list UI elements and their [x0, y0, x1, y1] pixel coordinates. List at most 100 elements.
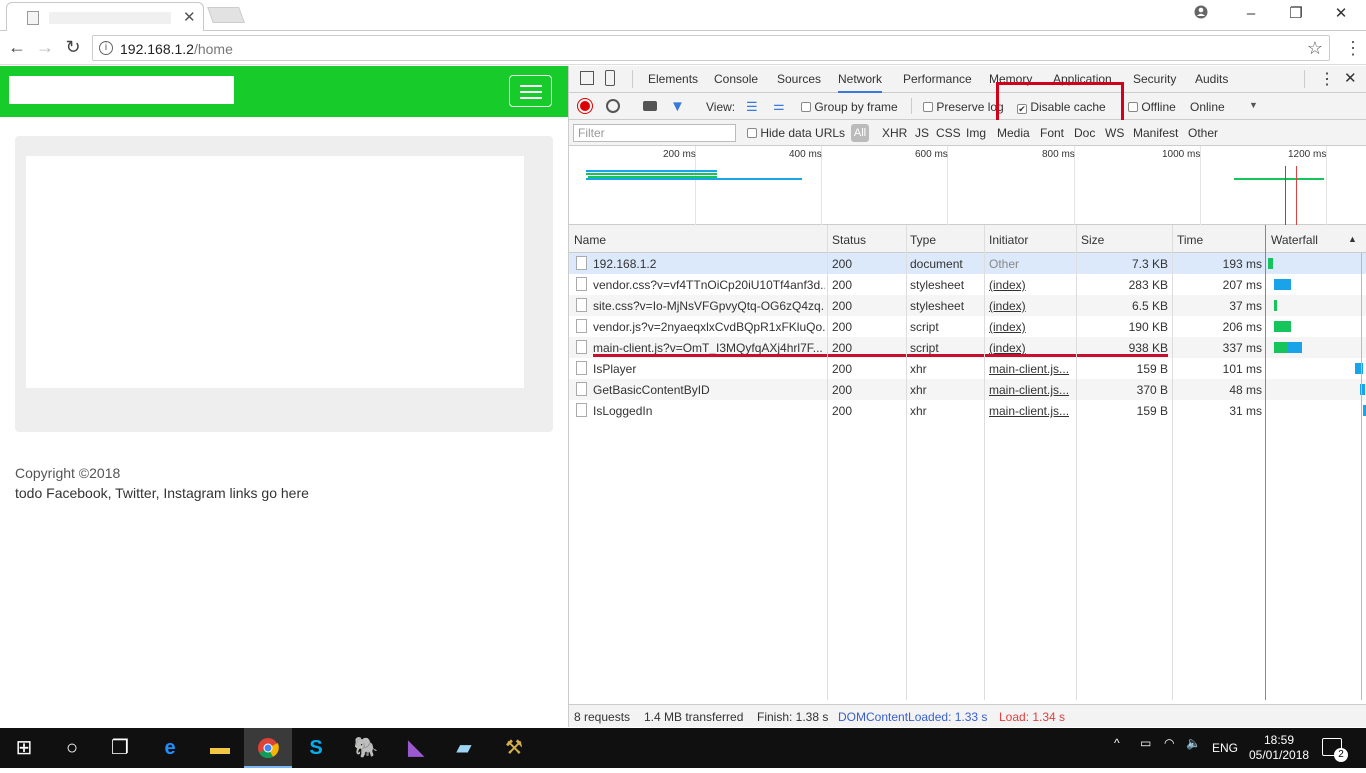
column-initiator[interactable]: Initiator	[989, 233, 1028, 247]
tab-security[interactable]: Security	[1133, 72, 1176, 86]
volume-icon[interactable]: 🔈	[1186, 736, 1201, 750]
overview-tick-label: 200 ms	[663, 149, 696, 160]
visual-studio-icon[interactable]: ◣	[392, 728, 440, 768]
tab-sources[interactable]: Sources	[777, 72, 821, 86]
tab-network[interactable]: Network	[838, 72, 883, 93]
chevron-down-icon[interactable]: ▼	[1249, 100, 1258, 110]
browser-tab[interactable]: ✕	[6, 2, 204, 32]
filter-manifest[interactable]: Manifest	[1133, 126, 1178, 140]
hide-data-urls-option[interactable]: Hide data URLs	[747, 126, 845, 140]
hide-data-urls-checkbox[interactable]	[747, 128, 757, 138]
filter-img[interactable]: Img	[966, 126, 986, 140]
request-initiator[interactable]: (index)	[989, 341, 1026, 355]
request-initiator[interactable]: (index)	[989, 320, 1026, 334]
skype-icon[interactable]: S	[292, 728, 340, 768]
chrome-icon[interactable]	[244, 728, 292, 768]
column-type[interactable]: Type	[910, 233, 936, 247]
windows-start-icon[interactable]: ⊞	[0, 728, 48, 768]
bookmark-star-icon[interactable]: ☆	[1307, 38, 1323, 59]
group-by-frame-option[interactable]: Group by frame	[801, 100, 898, 114]
column-waterfall[interactable]: Waterfall	[1271, 233, 1318, 247]
filter-other[interactable]: Other	[1188, 126, 1218, 140]
screenshot-camera-icon[interactable]	[643, 101, 657, 111]
devtools-close-icon[interactable]: ✕	[1344, 69, 1357, 87]
column-time[interactable]: Time	[1177, 233, 1203, 247]
table-row[interactable]: IsPlayer 200 xhr main-client.js... 159 B…	[569, 358, 1366, 379]
offline-checkbox[interactable]	[1128, 102, 1138, 112]
chrome-menu-icon[interactable]: ⋮	[1344, 38, 1362, 58]
task-view-icon[interactable]: ❐	[96, 728, 144, 768]
clock[interactable]: 18:59 05/01/2018	[1249, 733, 1309, 763]
file-explorer-icon[interactable]: ▬	[196, 728, 244, 768]
overview-icon[interactable]: ⚌	[773, 98, 785, 114]
tray-expand-icon[interactable]: ^	[1114, 736, 1120, 750]
tab-elements[interactable]: Elements	[648, 72, 698, 86]
request-initiator[interactable]: main-client.js...	[989, 383, 1069, 397]
table-row[interactable]: vendor.css?v=vf4TTnOiCp20iU10Tf4anf3d...…	[569, 274, 1366, 295]
filter-input[interactable]: Filter	[573, 124, 736, 142]
group-by-frame-checkbox[interactable]	[801, 102, 811, 112]
inspect-element-icon[interactable]	[580, 71, 594, 85]
request-initiator[interactable]: (index)	[989, 299, 1026, 313]
filter-font[interactable]: Font	[1040, 126, 1064, 140]
minimize-icon[interactable]: –	[1236, 5, 1266, 23]
profile-icon[interactable]	[1186, 5, 1216, 23]
reload-icon[interactable]: ↻	[62, 37, 84, 59]
table-row[interactable]: IsLoggedIn 200 xhr main-client.js... 159…	[569, 400, 1366, 421]
column-name[interactable]: Name	[574, 233, 606, 247]
address-bar[interactable]: i 192.168.1.2/home ☆	[92, 35, 1330, 61]
filter-js[interactable]: JS	[915, 126, 929, 140]
preserve-log-checkbox[interactable]	[923, 102, 933, 112]
table-row[interactable]: 192.168.1.2 200 document Other 7.3 KB 19…	[569, 253, 1366, 274]
filter-xhr[interactable]: XHR	[882, 126, 907, 140]
request-initiator[interactable]: (index)	[989, 278, 1026, 292]
filter-doc[interactable]: Doc	[1074, 126, 1095, 140]
device-toolbar-icon[interactable]	[605, 70, 615, 86]
window-close-icon[interactable]: ✕	[1326, 5, 1356, 23]
large-rows-icon[interactable]: ☰	[746, 99, 758, 115]
tab-performance[interactable]: Performance	[903, 72, 972, 86]
request-name: IsPlayer	[593, 362, 637, 376]
table-row[interactable]: vendor.js?v=2nyaeqxlxCvdBQpR1xFKluQo... …	[569, 316, 1366, 337]
restore-icon[interactable]: ❐	[1281, 5, 1311, 23]
filter-all[interactable]: All	[851, 124, 869, 142]
filter-ws[interactable]: WS	[1105, 126, 1124, 140]
tab-console[interactable]: Console	[714, 72, 758, 86]
cortana-icon[interactable]: ○	[48, 728, 96, 768]
forward-icon[interactable]: →	[34, 37, 56, 59]
table-row[interactable]: site.css?v=Io-MjNsVFGpvyQtq-OG6zQ4zq... …	[569, 295, 1366, 316]
preserve-log-option[interactable]: Preserve log	[923, 100, 1004, 114]
column-size[interactable]: Size	[1081, 233, 1104, 247]
hamburger-menu-icon[interactable]	[509, 75, 552, 107]
record-icon[interactable]	[578, 99, 592, 113]
offline-option[interactable]: Offline	[1128, 100, 1176, 114]
filter-css[interactable]: CSS	[936, 126, 961, 140]
table-row[interactable]: GetBasicContentByID 200 xhr main-client.…	[569, 379, 1366, 400]
wifi-icon[interactable]: ◠	[1164, 736, 1174, 750]
request-initiator[interactable]: main-client.js...	[989, 404, 1069, 418]
request-type: script	[910, 341, 939, 355]
filter-bar: Filter Hide data URLs All XHR JS CSS Img…	[569, 120, 1366, 146]
devtools-menu-icon[interactable]: ⋮	[1319, 69, 1335, 89]
tab-audits[interactable]: Audits	[1195, 72, 1228, 86]
filter-media[interactable]: Media	[997, 126, 1030, 140]
edge-icon[interactable]: e	[146, 728, 194, 768]
request-status: 200	[832, 278, 853, 292]
tab-close-icon[interactable]: ✕	[183, 8, 196, 26]
clear-icon[interactable]	[606, 99, 620, 113]
column-status[interactable]: Status	[832, 233, 866, 247]
notepad-icon[interactable]: ▰	[440, 728, 488, 768]
sort-ascending-icon[interactable]: ▲	[1348, 234, 1357, 244]
new-tab-button[interactable]	[207, 7, 245, 23]
filter-funnel-icon[interactable]: ▼	[670, 98, 685, 115]
tool-icon[interactable]: ⚒	[490, 728, 538, 768]
postgres-icon[interactable]: 🐘	[342, 728, 390, 768]
network-overview[interactable]: 200 ms 400 ms 600 ms 800 ms 1000 ms 1200…	[569, 146, 1366, 225]
language-indicator[interactable]: ENG	[1212, 741, 1238, 755]
document-icon	[576, 361, 587, 375]
site-brand[interactable]	[9, 76, 234, 104]
battery-icon[interactable]: ▭	[1140, 736, 1151, 750]
site-info-icon[interactable]: i	[99, 41, 113, 55]
request-initiator[interactable]: main-client.js...	[989, 362, 1069, 376]
back-icon[interactable]: ←	[6, 37, 28, 59]
